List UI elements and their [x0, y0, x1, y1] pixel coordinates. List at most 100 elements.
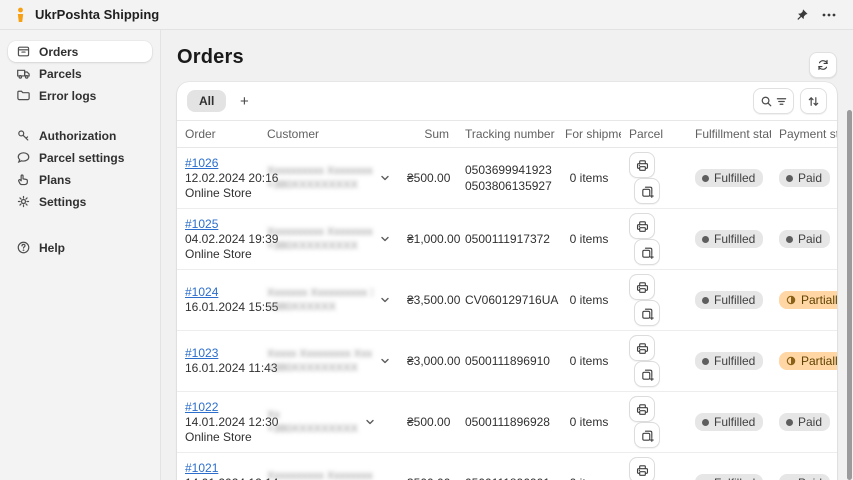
sidebar-item-label: Authorization [39, 129, 116, 143]
table-row: #1026 12.02.2024 20:16 Online Store Xxxx… [177, 148, 837, 209]
sidebar-item-plans[interactable]: Plans [8, 169, 152, 190]
copy-plus-icon [640, 184, 655, 199]
sidebar-item-label: Settings [39, 195, 86, 209]
customer-name-redacted: Xxxxx Xxxxxxxxx Xxx... [267, 347, 373, 361]
col-header-for-shipment: For shipment [557, 121, 621, 148]
customer-phone-redacted: +380XXXXXXXXX [267, 178, 373, 192]
filter-icon [776, 96, 787, 107]
print-label-button[interactable] [629, 152, 655, 178]
for-shipment-count: 0 items [557, 453, 621, 480]
print-label-button[interactable] [629, 396, 655, 422]
status-dot [786, 175, 793, 182]
tracking-number: 0503699941923 [465, 162, 549, 178]
printer-icon [635, 158, 650, 173]
sort-icon [807, 95, 820, 108]
status-dot [702, 175, 709, 182]
refresh-button[interactable] [809, 52, 837, 78]
more-menu-icon[interactable] [819, 6, 839, 24]
customer-name-redacted: Xxxxxxx Xxxxxxxxxx Xx... [267, 286, 373, 300]
customer-name-redacted: Xxxxxxxxxx Xxxxxxxxxx... [267, 469, 373, 480]
print-label-button[interactable] [629, 457, 655, 480]
search-filter-button[interactable] [753, 88, 794, 114]
print-label-button[interactable] [629, 335, 655, 361]
tracking-number: 0503806135927 [465, 178, 549, 194]
col-header-order: Order [177, 121, 259, 148]
for-shipment-count: 0 items [557, 331, 621, 392]
create-parcel-button[interactable] [634, 422, 660, 448]
tracking-number: 0500111896910 [465, 353, 549, 369]
sidebar-item-help[interactable]: Help [8, 237, 152, 258]
order-date: 14.01.2024 12:30 [185, 415, 251, 430]
order-date: 16.01.2024 15:55 [185, 300, 251, 315]
order-link[interactable]: #1025 [185, 217, 218, 231]
payment-status-badge: Paid [779, 474, 830, 480]
for-shipment-count: 0 items [557, 392, 621, 453]
printer-icon [635, 463, 650, 478]
customer-expand-button[interactable] [379, 172, 391, 184]
payment-status-badge: Paid [779, 413, 830, 431]
printer-icon [635, 402, 650, 417]
chevron-down-icon [364, 416, 376, 428]
order-date: 14.01.2024 12:14 [185, 476, 251, 480]
help-icon [16, 240, 31, 255]
tracking-number: 0500111917372 [465, 231, 549, 247]
sidebar-item-settings[interactable]: Settings [8, 191, 152, 212]
tracking-number: CV060129716UA [465, 292, 549, 308]
col-header-payment: Payment status [771, 121, 837, 148]
create-parcel-button[interactable] [634, 178, 660, 204]
create-parcel-button[interactable] [634, 239, 660, 265]
order-link[interactable]: #1023 [185, 346, 218, 360]
order-link[interactable]: #1021 [185, 461, 218, 475]
order-sum: ₴500.00 [399, 453, 457, 480]
sort-button[interactable] [800, 88, 827, 114]
customer-expand-button[interactable] [379, 294, 391, 306]
customer-expand-button[interactable] [379, 233, 391, 245]
create-parcel-button[interactable] [634, 300, 660, 326]
customer-name-redacted: Xxxxxxxxxx Xxxxxxxxxxx... [267, 164, 373, 178]
customer-phone-redacted: +380XXXXXXXXX [267, 422, 358, 436]
status-dot [702, 297, 709, 304]
payment-status-badge: Paid [779, 230, 830, 248]
sidebar-item-error-logs[interactable]: Error logs [8, 85, 152, 106]
tab-all[interactable]: All [187, 90, 226, 112]
table-toolbar: All + [177, 82, 837, 121]
customer-expand-button[interactable] [379, 355, 391, 367]
customer-phone-redacted: +380XXXXXX [267, 300, 373, 314]
sidebar-item-label: Parcels [39, 67, 82, 81]
create-parcel-button[interactable] [634, 361, 660, 387]
order-sum: ₴500.00 [399, 148, 457, 209]
fulfillment-status-badge: Fulfilled [695, 291, 763, 309]
print-label-button[interactable] [629, 274, 655, 300]
order-link[interactable]: #1024 [185, 285, 218, 299]
sidebar: Orders Parcels Error logs Authorization [0, 30, 161, 480]
orders-icon [16, 44, 31, 59]
main-content: Orders All + [161, 30, 853, 480]
print-label-button[interactable] [629, 213, 655, 239]
fulfillment-status-badge: Fulfilled [695, 474, 763, 480]
topbar: UkrPoshta Shipping [0, 0, 853, 30]
sidebar-item-parcels[interactable]: Parcels [8, 63, 152, 84]
customer-expand-button[interactable] [364, 416, 376, 428]
tracking-number: 0500111896928 [465, 414, 549, 430]
sidebar-item-parcel-settings[interactable]: Parcel settings [8, 147, 152, 168]
vertical-scrollbar[interactable] [847, 110, 852, 480]
table-row: #1021 14.01.2024 12:14 Online Store Xxxx… [177, 453, 837, 480]
status-dot [786, 419, 793, 426]
printer-icon [635, 280, 650, 295]
app-title: UkrPoshta Shipping [35, 7, 159, 22]
sidebar-item-orders[interactable]: Orders [8, 41, 152, 62]
order-date: 12.02.2024 20:16 [185, 171, 251, 186]
sidebar-item-label: Error logs [39, 89, 96, 103]
order-link[interactable]: #1026 [185, 156, 218, 170]
add-view-button[interactable]: + [232, 90, 256, 112]
sidebar-item-authorization[interactable]: Authorization [8, 125, 152, 146]
order-channel: Online Store [185, 247, 251, 262]
search-icon [760, 95, 773, 108]
order-channel: Online Store [185, 186, 251, 201]
sidebar-item-label: Orders [39, 45, 78, 59]
status-dot [702, 358, 709, 365]
order-link[interactable]: #1022 [185, 400, 218, 414]
status-dot [786, 236, 793, 243]
for-shipment-count: 0 items [557, 148, 621, 209]
pin-icon[interactable] [793, 6, 811, 24]
